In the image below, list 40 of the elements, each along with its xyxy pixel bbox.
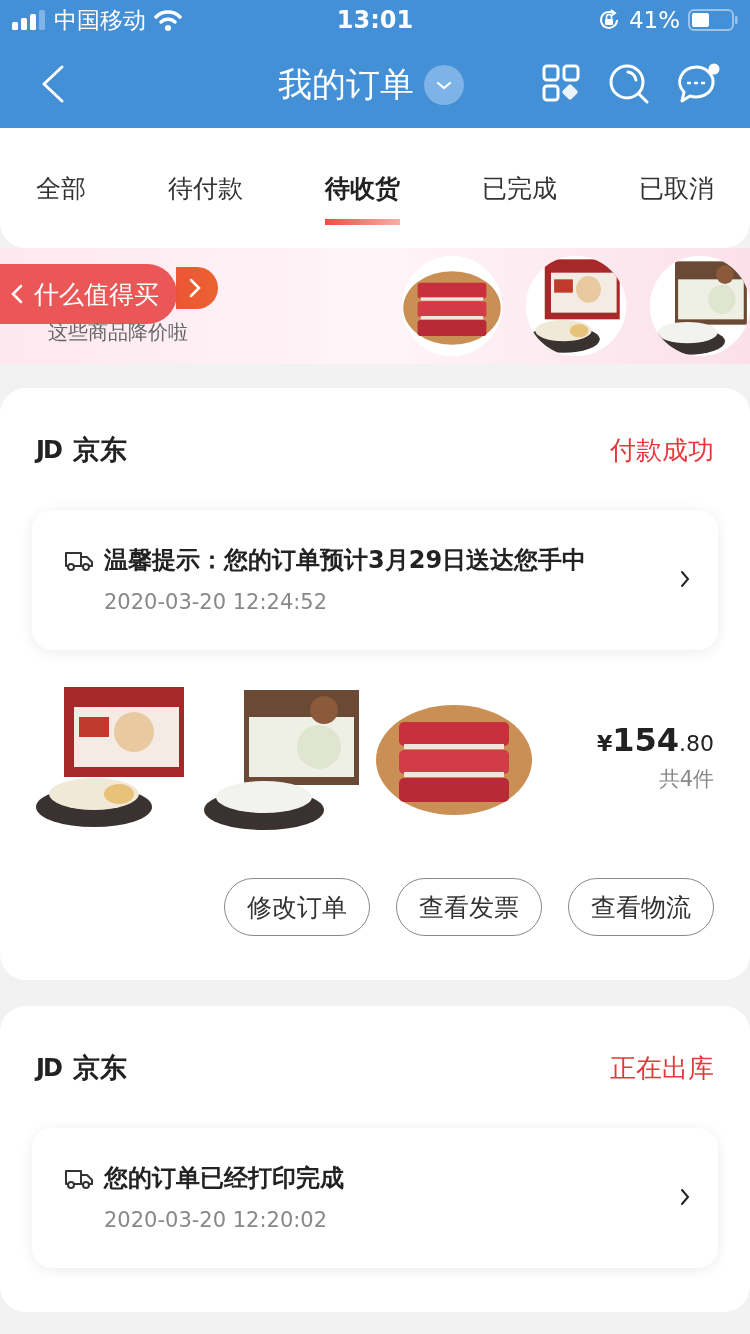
dropdown-icon[interactable] xyxy=(424,65,464,105)
back-link[interactable]: 什么值得买 xyxy=(0,264,177,324)
order-action-button[interactable]: 修改订单 xyxy=(224,878,370,936)
shop-logo: JD xyxy=(36,436,61,464)
order-action-button[interactable]: 查看物流 xyxy=(568,878,714,936)
chevron-icon xyxy=(188,276,202,299)
signal-icon xyxy=(12,10,46,30)
notice-time: 2020-03-20 12:20:02 xyxy=(104,1208,329,1232)
chevron-icon xyxy=(680,1188,690,1206)
order-status: 付款成功 xyxy=(610,433,714,467)
order-price: ¥154.80 xyxy=(596,721,714,759)
shop-name[interactable]: 京东 xyxy=(72,1050,127,1086)
delivery-notice[interactable]: 您的订单已经打印完成 2020-03-20 12:20:02 xyxy=(32,1128,718,1268)
notice-text: 您的订单已经打印完成 xyxy=(104,1163,344,1194)
wifi-icon xyxy=(154,9,182,31)
notice-time: 2020-03-20 12:24:52 xyxy=(104,590,329,614)
back-icon xyxy=(10,283,24,305)
notice-text: 温馨提示：您的订单预计3月29日送达您手中 xyxy=(104,545,587,576)
carrier-name: 中国移动 xyxy=(54,5,146,35)
tab[interactable]: 待付款 xyxy=(168,163,243,225)
battery-percent: 41% xyxy=(628,7,680,33)
back-link-label: 什么值得买 xyxy=(34,278,159,311)
shop-name[interactable]: 京东 xyxy=(72,432,127,468)
chevron-icon xyxy=(680,570,690,588)
battery-icon xyxy=(688,8,738,32)
grid-icon[interactable] xyxy=(542,64,582,104)
list-pill[interactable] xyxy=(176,266,218,309)
message-icon[interactable] xyxy=(676,63,720,105)
item-count: 共4件 xyxy=(657,766,714,793)
status-time: 13:01 xyxy=(336,6,414,34)
tab[interactable]: 已完成 xyxy=(482,163,557,225)
order-action-button[interactable]: 查看发票 xyxy=(396,878,542,936)
tab[interactable]: 待收货 xyxy=(325,163,400,225)
delivery-notice[interactable]: 温馨提示：您的订单预计3月29日送达您手中 2020-03-20 12:24:52 xyxy=(32,510,718,650)
tab[interactable]: 全部 xyxy=(36,163,86,225)
order-status: 正在出库 xyxy=(610,1051,714,1085)
shop-logo: JD xyxy=(36,1054,61,1082)
page-title: 我的订单 xyxy=(278,63,414,106)
search-icon[interactable] xyxy=(608,63,650,105)
tab[interactable]: 已取消 xyxy=(639,163,714,225)
